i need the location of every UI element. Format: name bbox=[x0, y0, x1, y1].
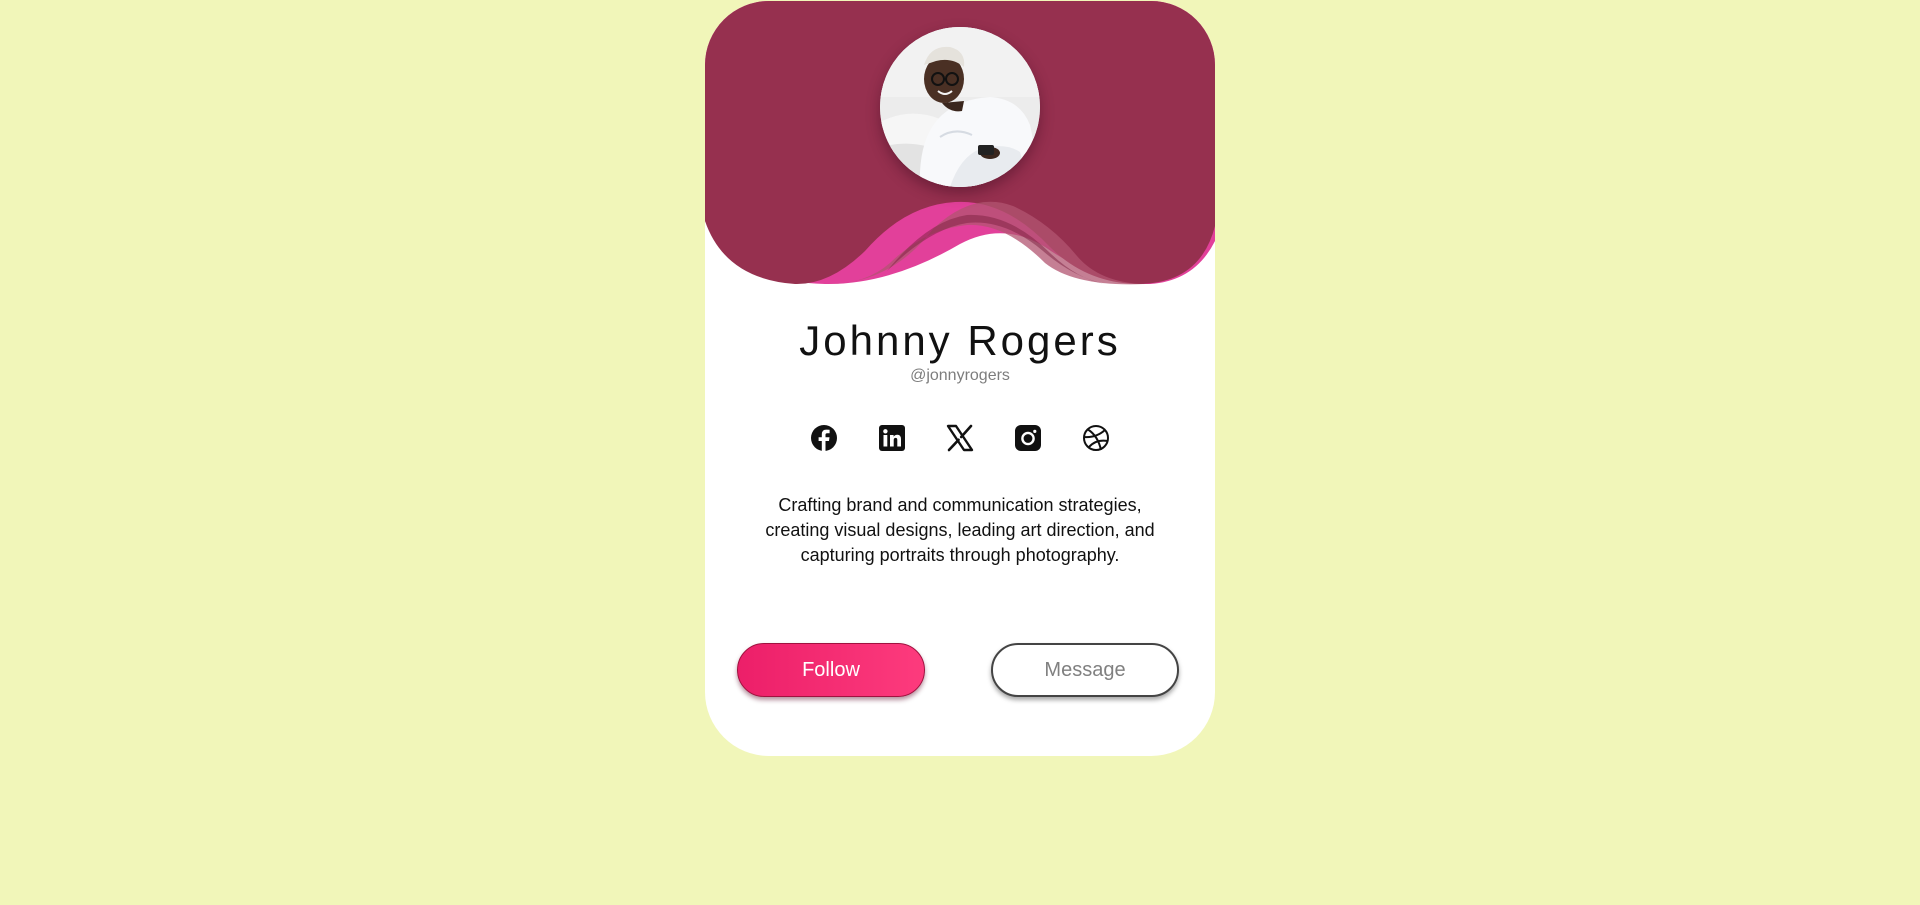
x-icon[interactable] bbox=[946, 424, 974, 452]
profile-card: Johnny Rogers @jonnyrogers Crafting bran… bbox=[705, 1, 1215, 756]
linkedin-icon[interactable] bbox=[878, 424, 906, 452]
profile-name: Johnny Rogers bbox=[799, 317, 1121, 364]
avatar-photo bbox=[880, 27, 1040, 187]
dribbble-icon[interactable] bbox=[1082, 424, 1110, 452]
follow-button[interactable]: Follow bbox=[737, 643, 925, 697]
profile-handle: @jonnyrogers bbox=[910, 367, 1010, 384]
instagram-icon[interactable] bbox=[1014, 424, 1042, 452]
social-links bbox=[705, 421, 1215, 455]
facebook-icon[interactable] bbox=[810, 424, 838, 452]
follow-button-label: Follow bbox=[802, 658, 860, 681]
avatar[interactable] bbox=[880, 27, 1040, 187]
message-button[interactable]: Message bbox=[991, 643, 1179, 697]
message-button-label: Message bbox=[1044, 658, 1126, 681]
profile-bio: Crafting brand and communication strateg… bbox=[765, 495, 1155, 565]
